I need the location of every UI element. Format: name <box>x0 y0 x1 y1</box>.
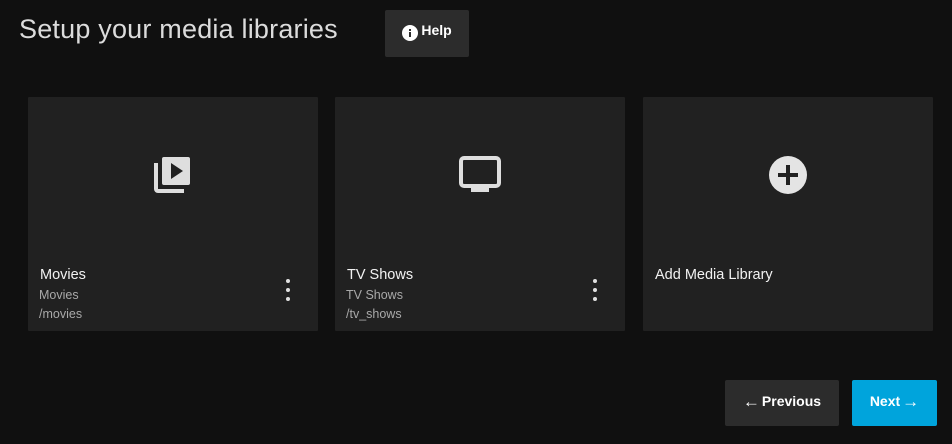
library-path: /tv_shows <box>346 307 402 321</box>
library-menu-button[interactable] <box>278 279 298 301</box>
setup-page: Setup your media libraries Help Movies M… <box>0 0 952 444</box>
help-button-label: Help <box>421 21 452 38</box>
library-name: Movies <box>40 267 86 283</box>
library-card-movies[interactable]: Movies Movies /movies <box>28 97 318 331</box>
add-media-library-card[interactable]: Add Media Library <box>643 97 933 331</box>
page-title: Setup your media libraries <box>19 14 338 44</box>
more-vertical-icon <box>593 279 597 283</box>
library-path: /movies <box>39 307 83 321</box>
previous-button[interactable]: ← Previous <box>725 380 839 426</box>
info-circle-icon <box>402 24 419 41</box>
next-button-label: Next <box>869 393 901 409</box>
next-button[interactable]: Next → <box>852 380 937 426</box>
tv-icon <box>459 156 501 192</box>
add-circle-icon <box>769 156 807 194</box>
help-button[interactable]: Help <box>385 10 469 57</box>
more-vertical-icon <box>286 279 290 283</box>
video-library-icon <box>154 157 190 193</box>
library-card-tv-shows[interactable]: TV Shows TV Shows /tv_shows <box>335 97 625 331</box>
library-name: TV Shows <box>347 267 414 283</box>
library-type: Movies <box>39 288 79 302</box>
arrow-right-icon: → <box>902 391 920 411</box>
library-type: TV Shows <box>346 288 403 302</box>
previous-button-label: Previous <box>761 393 822 409</box>
arrow-left-icon: ← <box>742 391 760 411</box>
add-media-library-label: Add Media Library <box>655 267 773 283</box>
library-menu-button[interactable] <box>585 279 605 301</box>
